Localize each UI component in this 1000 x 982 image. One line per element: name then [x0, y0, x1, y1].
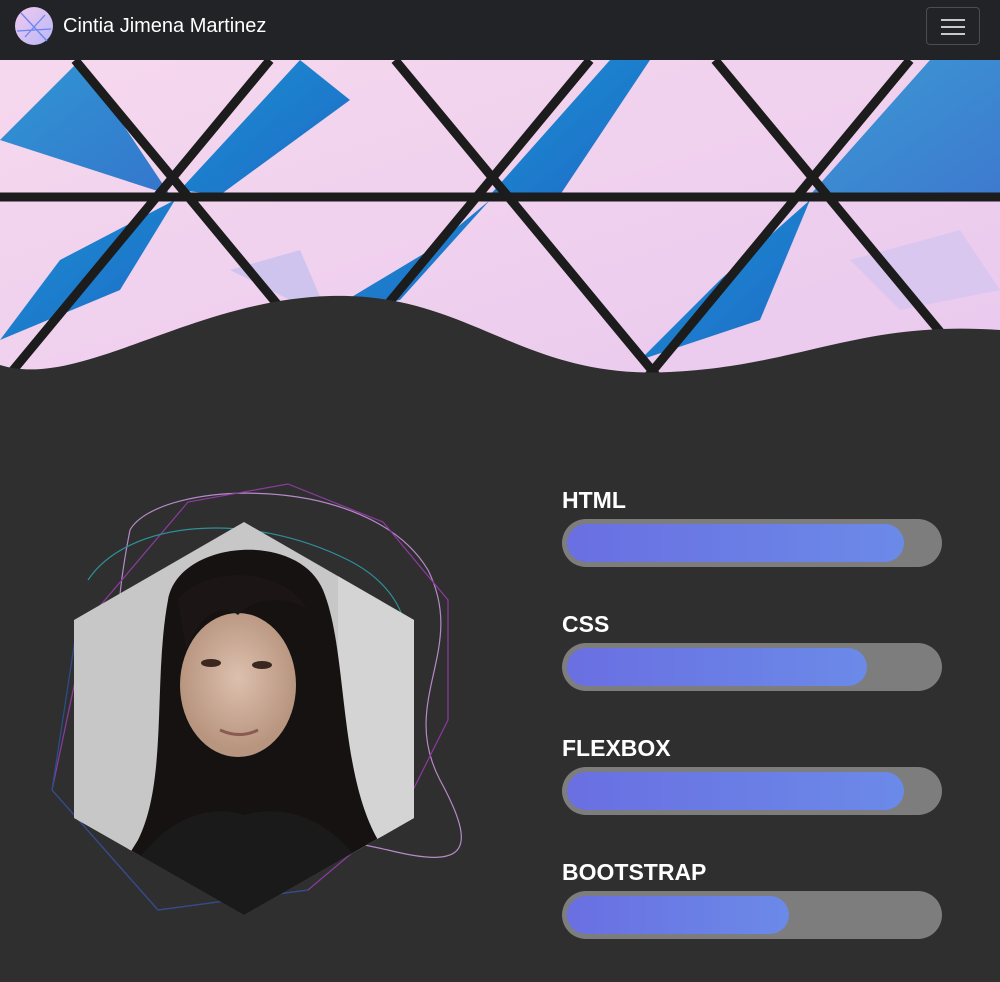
- progress-bar-fill: [567, 896, 789, 934]
- skill-label: FLEXBOX: [562, 735, 671, 761]
- skills-list: HTML CSS FLEXBOX BOOTSTRAP: [562, 486, 942, 982]
- progress-bar: [562, 643, 942, 691]
- hamburger-menu-button[interactable]: [926, 7, 980, 45]
- skill-css: CSS: [562, 610, 942, 734]
- progress-bar: [562, 519, 942, 567]
- progress-bar: [562, 767, 942, 815]
- skill-flexbox: FLEXBOX: [562, 734, 942, 858]
- brand-logo-icon[interactable]: [15, 7, 53, 45]
- brand-name[interactable]: Cintia Jimena Martinez: [63, 14, 266, 38]
- hero-banner-image: [0, 60, 1000, 380]
- skill-html: HTML: [562, 486, 942, 610]
- progress-bar: [562, 891, 942, 939]
- progress-bar-fill: [567, 648, 867, 686]
- progress-bar-fill: [567, 772, 904, 810]
- skill-label: BOOTSTRAP: [562, 859, 707, 885]
- navbar: Cintia Jimena Martinez: [0, 0, 1000, 60]
- skill-label: CSS: [562, 611, 610, 637]
- progress-bar-fill: [567, 524, 904, 562]
- skill-bootstrap: BOOTSTRAP: [562, 858, 942, 982]
- skill-label: HTML: [562, 487, 626, 513]
- profile-photo-hexagon: [51, 483, 462, 915]
